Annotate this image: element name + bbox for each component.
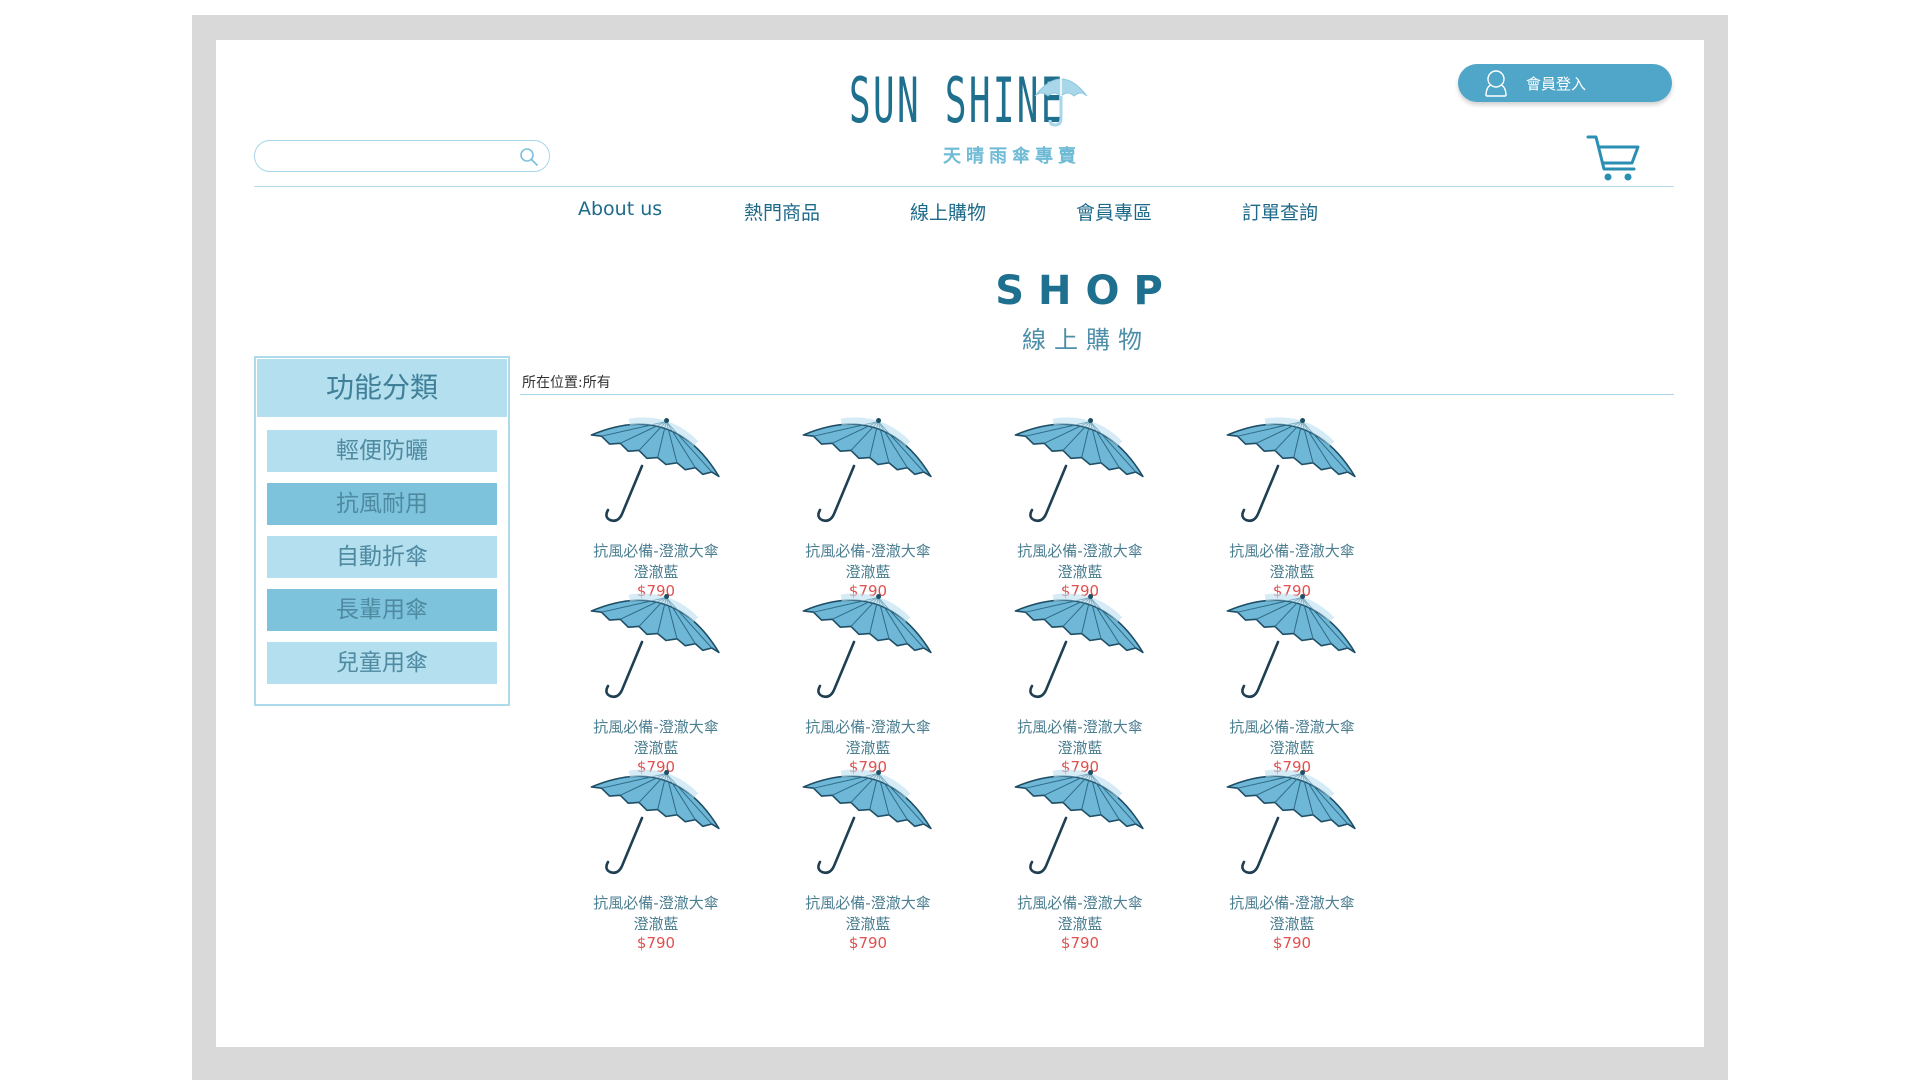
umbrella-product-image <box>1014 417 1144 523</box>
product-price: $790 <box>1272 934 1312 952</box>
product-name: 抗風必備-澄澈大傘 <box>805 542 931 560</box>
page: SUN SHINE 天晴雨傘專賣 會員登入 About us 熱門商品 線上購物… <box>216 40 1704 1047</box>
product-name: 抗風必備-澄澈大傘 <box>805 894 931 912</box>
user-icon <box>1485 70 1507 97</box>
page-title: SHOP <box>995 268 1177 314</box>
sidebar-item-windproof[interactable]: 抗風耐用 <box>267 483 497 525</box>
member-login-label: 會員登入 <box>1526 74 1587 93</box>
product-name: 抗風必備-澄澈大傘 <box>1017 542 1143 560</box>
product-card[interactable]: 抗風必備-澄澈大傘 澄澈藍 $790 <box>970 762 1190 962</box>
umbrella-product-image <box>1226 417 1356 523</box>
umbrella-product-image <box>802 417 932 523</box>
product-price: $790 <box>848 934 888 952</box>
umbrella-product-image <box>1226 593 1356 699</box>
product-card[interactable]: 抗風必備-澄澈大傘 澄澈藍 $790 <box>758 762 978 962</box>
product-name: 抗風必備-澄澈大傘 <box>1229 542 1355 560</box>
brand-logo[interactable]: SUN SHINE 天晴雨傘專賣 <box>831 68 1111 168</box>
umbrella-product-image <box>590 769 720 875</box>
member-login-button[interactable]: 會員登入 <box>1458 64 1672 102</box>
product-color: 澄澈藍 <box>1269 739 1315 757</box>
product-card[interactable]: 抗風必備-澄澈大傘 澄澈藍 $790 <box>758 586 978 786</box>
nav-item-about[interactable]: About us <box>578 198 662 220</box>
product-color: 澄澈藍 <box>845 915 891 933</box>
product-color: 澄澈藍 <box>1269 563 1315 581</box>
sidebar-title: 功能分類 <box>257 359 507 417</box>
search-box <box>254 140 550 172</box>
product-name: 抗風必備-澄澈大傘 <box>593 542 719 560</box>
nav-item-order-query[interactable]: 訂單查詢 <box>1242 198 1318 225</box>
product-price: $790 <box>636 934 676 952</box>
product-card[interactable]: 抗風必備-澄澈大傘 澄澈藍 $790 <box>546 410 766 610</box>
sidebar-item-lightweight[interactable]: 輕便防曬 <box>267 430 497 472</box>
nav-item-online-shop[interactable]: 線上購物 <box>910 198 986 225</box>
product-color: 澄澈藍 <box>633 563 679 581</box>
breadcrumb: 所在位置:所有 <box>522 375 611 391</box>
umbrella-product-image <box>590 417 720 523</box>
product-color: 澄澈藍 <box>1057 739 1103 757</box>
umbrella-product-image <box>590 593 720 699</box>
search-input[interactable] <box>269 146 513 168</box>
product-color: 澄澈藍 <box>633 739 679 757</box>
cart-icon[interactable] <box>1586 133 1642 185</box>
sidebar-item-children[interactable]: 兒童用傘 <box>267 642 497 684</box>
product-name: 抗風必備-澄澈大傘 <box>1017 894 1143 912</box>
product-name: 抗風必備-澄澈大傘 <box>1229 894 1355 912</box>
product-card[interactable]: 抗風必備-澄澈大傘 澄澈藍 $790 <box>1182 410 1402 610</box>
nav-item-hot-products[interactable]: 熱門商品 <box>744 198 820 225</box>
umbrella-logo-icon <box>1034 74 1088 127</box>
product-name: 抗風必備-澄澈大傘 <box>593 894 719 912</box>
brand-tagline: 天晴雨傘專賣 <box>943 146 1081 167</box>
sidebar-item-elderly[interactable]: 長輩用傘 <box>267 589 497 631</box>
umbrella-product-image <box>802 769 932 875</box>
product-name: 抗風必備-澄澈大傘 <box>1017 718 1143 736</box>
product-card[interactable]: 抗風必備-澄澈大傘 澄澈藍 $790 <box>758 410 978 610</box>
page-subtitle: 線上購物 <box>1022 326 1150 354</box>
umbrella-product-image <box>1014 593 1144 699</box>
breadcrumb-divider <box>520 394 1674 395</box>
product-price: $790 <box>1060 934 1100 952</box>
product-color: 澄澈藍 <box>845 563 891 581</box>
product-color: 澄澈藍 <box>845 739 891 757</box>
product-card[interactable]: 抗風必備-澄澈大傘 澄澈藍 $790 <box>1182 586 1402 786</box>
nav-item-member[interactable]: 會員專區 <box>1076 198 1152 225</box>
umbrella-product-image <box>802 593 932 699</box>
product-card[interactable]: 抗風必備-澄澈大傘 澄澈藍 $790 <box>970 410 1190 610</box>
product-card[interactable]: 抗風必備-澄澈大傘 澄澈藍 $790 <box>970 586 1190 786</box>
search-icon[interactable] <box>519 147 539 167</box>
umbrella-product-image <box>1014 769 1144 875</box>
product-color: 澄澈藍 <box>1269 915 1315 933</box>
product-color: 澄澈藍 <box>1057 563 1103 581</box>
product-color: 澄澈藍 <box>633 915 679 933</box>
product-name: 抗風必備-澄澈大傘 <box>805 718 931 736</box>
main-nav: About us 熱門商品 線上購物 會員專區 訂單查詢 <box>216 198 1704 228</box>
header-divider <box>254 186 1674 187</box>
product-color: 澄澈藍 <box>1057 915 1103 933</box>
product-card[interactable]: 抗風必備-澄澈大傘 澄澈藍 $790 <box>1182 762 1402 962</box>
product-name: 抗風必備-澄澈大傘 <box>593 718 719 736</box>
umbrella-product-image <box>1226 769 1356 875</box>
product-card[interactable]: 抗風必備-澄澈大傘 澄澈藍 $790 <box>546 762 766 962</box>
product-card[interactable]: 抗風必備-澄澈大傘 澄澈藍 $790 <box>546 586 766 786</box>
product-name: 抗風必備-澄澈大傘 <box>1229 718 1355 736</box>
sidebar-item-auto-fold[interactable]: 自動折傘 <box>267 536 497 578</box>
category-sidebar: 功能分類 輕便防曬 抗風耐用 自動折傘 長輩用傘 兒童用傘 <box>254 356 510 706</box>
